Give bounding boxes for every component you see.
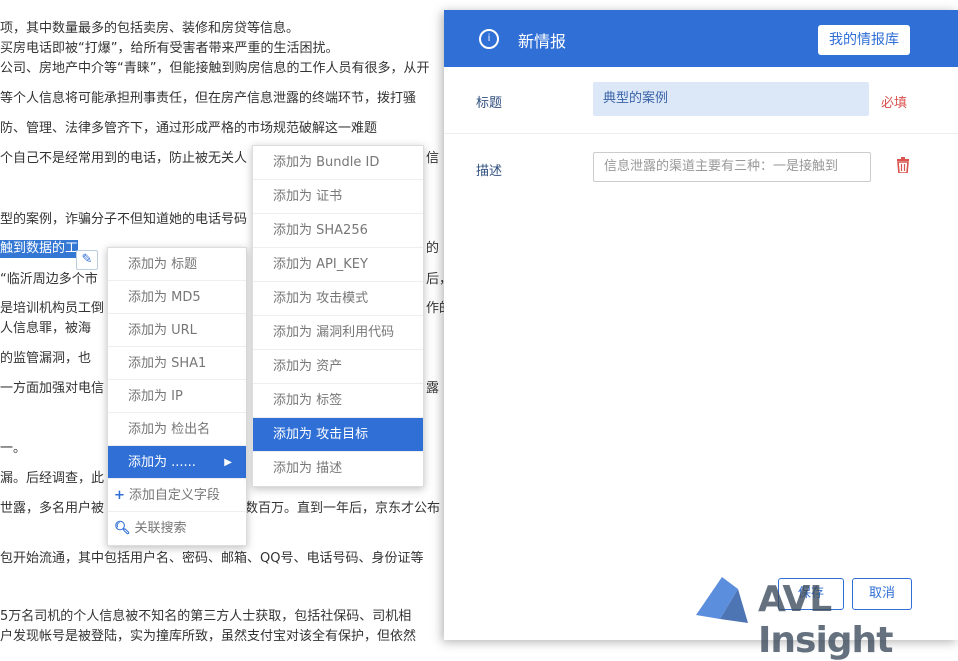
menu-item-add-ip[interactable]: 添加为 IP [108, 380, 246, 413]
article-line: 户发现帐号是被登陆，实为撞库所致，虽然支付宝对该全有保护，但依然 [0, 629, 417, 644]
article-line: 防、管理、法律多管齐下，通过形成严格的市场规范破解这一难题 [0, 121, 378, 136]
avl-logo-icon [696, 577, 748, 623]
article-line: 等个人信息将可能承担刑事责任，但在房产信息泄露的终端环节，拨打骚 [0, 91, 417, 106]
article-line: 是培训机构员工倒 [0, 301, 105, 316]
article-line: 人信息罪，被海 [0, 321, 92, 336]
article-line: 型的案例，诈骗分子不但知道她的电话号码 [0, 212, 248, 227]
menu-item-add-asset[interactable]: 添加为 资产 [253, 350, 423, 384]
menu-item-add-sha1[interactable]: 添加为 SHA1 [108, 347, 246, 380]
article-line: 5万名司机的个人信息被不知名的第三方人士获取，包括社保码、司机相 [0, 609, 412, 624]
article-line: 漏。后经调查，此 [0, 471, 105, 486]
menu-item-add-detection-name[interactable]: 添加为 检出名 [108, 413, 246, 446]
menu-item-label: 关联搜索 [134, 521, 187, 536]
article-line: 买房电话即被“打爆”，给所有受害者带来严重的生活困扰。 [0, 41, 339, 56]
trash-icon[interactable] [896, 157, 910, 174]
description-label: 描述 [476, 164, 503, 179]
menu-item-related-search[interactable]: 🔍︎ 关联搜索 [108, 512, 246, 545]
article-fragment: 信 [426, 151, 440, 166]
avl-insight-watermark: AVL Insight [692, 575, 952, 661]
menu-item-label: 添加自定义字段 [128, 488, 220, 503]
article-fragment: 的 [426, 241, 440, 256]
watermark-text: AVL Insight [758, 579, 893, 661]
article-line: 的监管漏洞，也 [0, 351, 92, 366]
menu-item-add-title[interactable]: 添加为 标题 [108, 248, 246, 281]
menu-item-label: 添加为 ...... [128, 455, 196, 470]
intel-logo-icon: i [479, 29, 499, 49]
article-line: 包开始流通，其中包括用户名、密码、邮箱、QQ号、电话号码、身份证等 [0, 551, 424, 566]
chevron-right-icon: ▶ [224, 457, 232, 468]
article-line: 项，其中数量最多的包括卖房、装修和房贷等信息。 [0, 21, 300, 36]
article-line-selected: 触到数据的工 [0, 240, 79, 258]
article-line: 公司、房地产中介等“青睐”，但能接触到购房信息的工作人员有很多，从开 [0, 61, 430, 76]
menu-item-add-url[interactable]: 添加为 URL [108, 314, 246, 347]
description-input[interactable]: 信息泄露的渠道主要有三种：一是接触到 [593, 152, 871, 182]
my-intel-library-button[interactable]: 我的情报库 [818, 25, 910, 55]
context-menu-primary: 添加为 标题 添加为 MD5 添加为 URL 添加为 SHA1 添加为 IP 添… [107, 247, 247, 546]
menu-item-add-custom-field[interactable]: + 添加自定义字段 [108, 479, 246, 512]
divider [444, 133, 958, 134]
title-input[interactable]: 典型的案例 [593, 82, 869, 116]
menu-item-add-tag[interactable]: 添加为 标签 [253, 384, 423, 418]
menu-item-add-bundle-id[interactable]: 添加为 Bundle ID [253, 146, 423, 180]
article-line: 世露，多名用户被 [0, 501, 105, 516]
article-line: “临沂周边多个市 [0, 272, 98, 287]
menu-item-add-md5[interactable]: 添加为 MD5 [108, 281, 246, 314]
menu-item-add-sha256[interactable]: 添加为 SHA256 [253, 214, 423, 248]
menu-item-add-exploit-code[interactable]: 添加为 漏洞利用代码 [253, 316, 423, 350]
required-indicator: 必填 [881, 96, 908, 111]
context-menu-submenu: 添加为 Bundle ID 添加为 证书 添加为 SHA256 添加为 API_… [252, 145, 424, 487]
menu-item-add-certificate[interactable]: 添加为 证书 [253, 180, 423, 214]
menu-item-add-attack-pattern[interactable]: 添加为 攻击模式 [253, 282, 423, 316]
title-label: 标题 [476, 96, 503, 111]
selection-tool-icon[interactable]: ✎ [76, 250, 98, 270]
search-icon: 🔍︎ [114, 521, 131, 536]
article-line: 个自己不是经常用到的电话，防止被无关人 [0, 151, 248, 166]
article-line: 一。 [0, 441, 27, 456]
menu-item-add-description[interactable]: 添加为 描述 [253, 452, 423, 486]
menu-item-add-more[interactable]: 添加为 ...... ▶ [108, 446, 246, 479]
article-line: 一方面加强对电信 [0, 381, 105, 396]
panel-title: 新情报 [518, 32, 567, 51]
menu-item-add-attack-target[interactable]: 添加为 攻击目标 [253, 418, 423, 452]
article-fragment: 露 [426, 381, 440, 396]
new-intel-panel: i 新情报 我的情报库 标题 典型的案例 必填 描述 信息泄露的渠道主要有三种：… [444, 10, 958, 640]
article-fragment: 数百万。直到一年后，京东才公布 [245, 501, 441, 516]
panel-header: i 新情报 我的情报库 [444, 10, 958, 67]
menu-item-add-api-key[interactable]: 添加为 API_KEY [253, 248, 423, 282]
plus-icon: + [114, 488, 125, 503]
